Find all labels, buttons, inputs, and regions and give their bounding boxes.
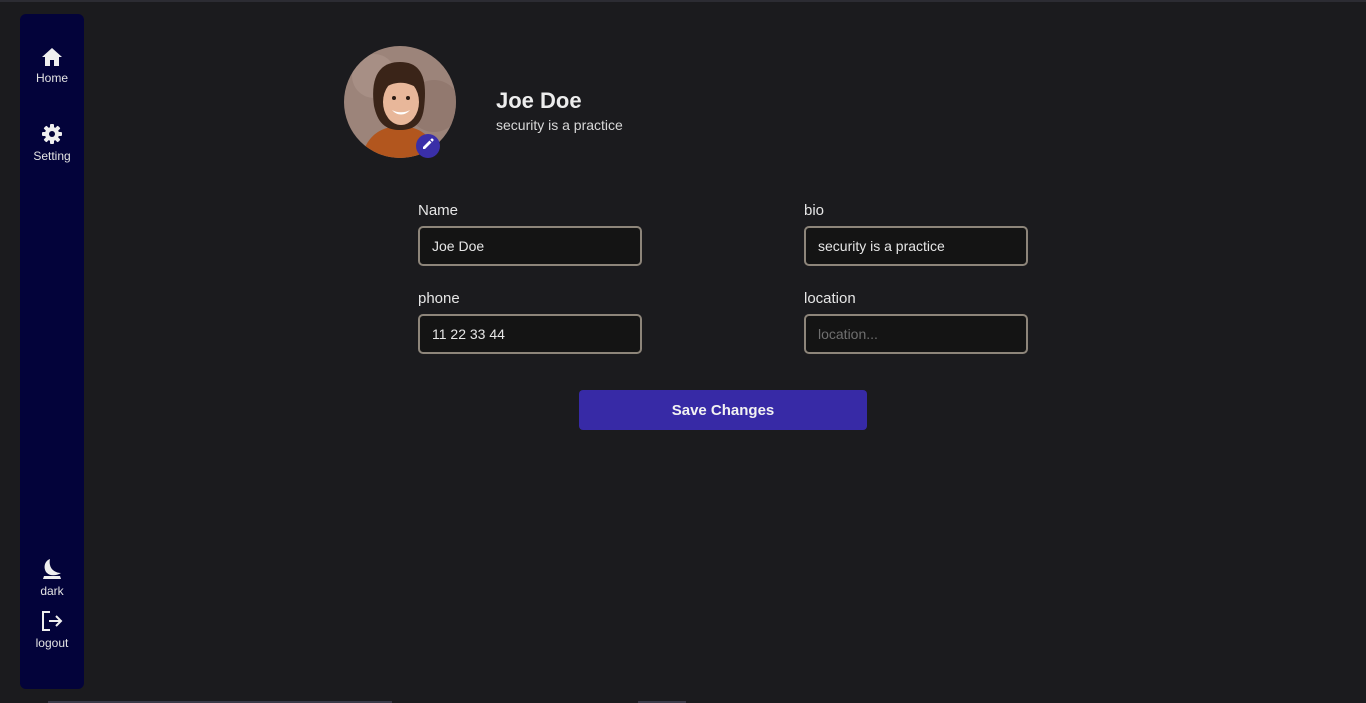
gear-icon (41, 123, 63, 145)
logout-button[interactable]: logout (20, 610, 84, 650)
phone-label: phone (418, 290, 460, 307)
theme-toggle[interactable]: dark (20, 558, 84, 598)
bio-field[interactable] (804, 226, 1028, 266)
bio-label: bio (804, 202, 825, 219)
phone-field[interactable] (418, 314, 642, 354)
save-changes-button[interactable]: Save Changes (579, 390, 867, 430)
name-field[interactable] (418, 226, 642, 266)
sidebar-item-home[interactable]: Home (20, 47, 84, 85)
logout-icon (40, 610, 64, 632)
profile-name: Joe Doe (496, 88, 582, 113)
profile-bio: security is a practice (496, 117, 623, 133)
pencil-icon (422, 137, 434, 155)
edit-avatar-button[interactable] (416, 134, 440, 158)
logout-label: logout (35, 636, 69, 650)
location-label: location (804, 290, 856, 307)
home-icon (41, 47, 63, 67)
sidebar-item-label: Home (35, 71, 68, 85)
sidebar-item-label: Setting (33, 149, 71, 163)
moon-icon (41, 558, 63, 580)
name-label: Name (418, 202, 459, 219)
top-border (0, 0, 1366, 2)
sidebar: Home Setting dark logout (20, 14, 84, 689)
sidebar-item-setting[interactable]: Setting (20, 123, 84, 163)
profile-avatar (344, 46, 456, 158)
location-field[interactable] (804, 314, 1028, 354)
theme-label: dark (40, 584, 64, 598)
